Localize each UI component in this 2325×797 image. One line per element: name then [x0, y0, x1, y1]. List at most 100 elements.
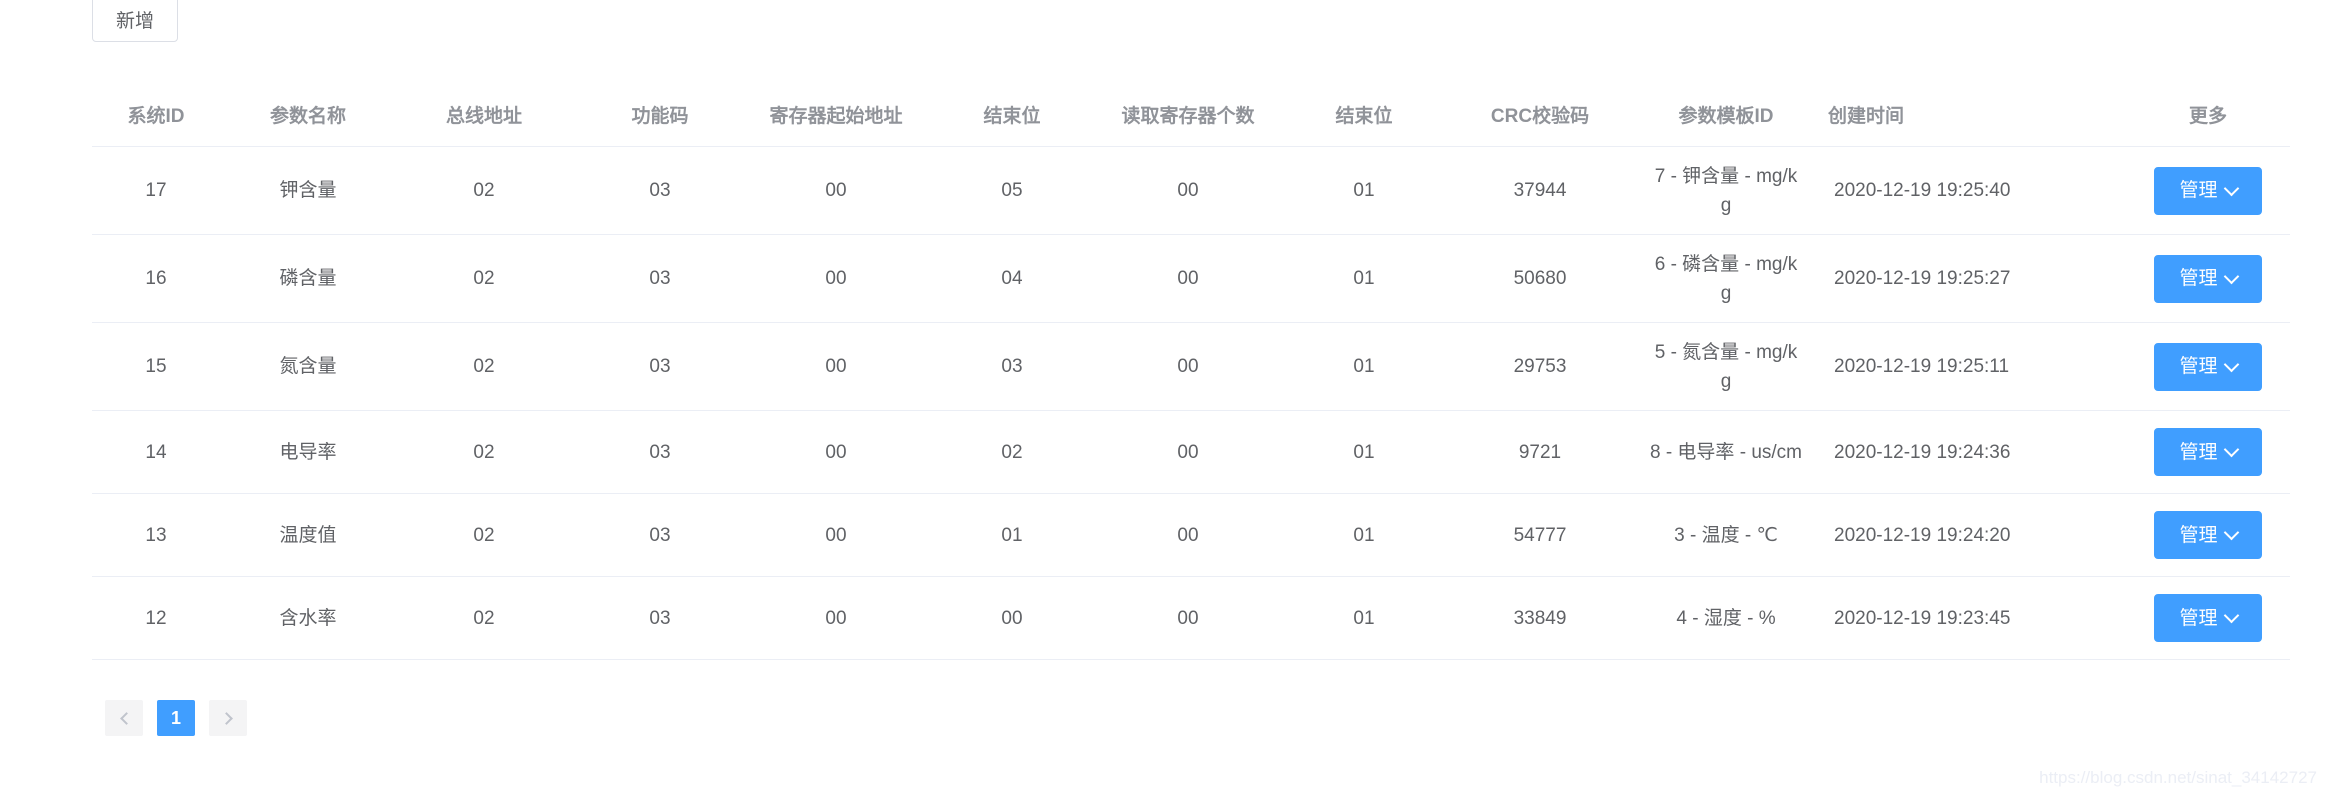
cell-bus-address: 02 — [473, 356, 495, 377]
cell-end-bit: 01 — [1001, 524, 1023, 546]
cell-param-name: 钾含量 — [279, 180, 337, 201]
cell-bus-address: 02 — [473, 441, 495, 463]
cell-param-name: 含水率 — [279, 607, 337, 629]
cell-register-start: 00 — [825, 356, 847, 377]
cell-end-bit-2: 01 — [1353, 268, 1375, 289]
chevron-left-icon — [119, 711, 133, 725]
cell-register-start: 00 — [825, 441, 847, 463]
cell-more: 管理 — [2128, 235, 2288, 322]
cell-function-code: 03 — [649, 180, 671, 201]
header-system-id: 系统ID — [127, 105, 185, 127]
template-id-text-wrap: g — [1720, 194, 1732, 216]
cell-more: 管理 — [2128, 411, 2288, 493]
cell-crc: 37944 — [1513, 180, 1567, 201]
manage-button[interactable]: 管理 — [2154, 254, 2262, 303]
cell-created-time: 2020-12-19 19:23:45 — [1834, 607, 2011, 629]
cell-param-name: 磷含量 — [279, 268, 337, 289]
cell-created-time: 2020-12-19 19:24:36 — [1834, 441, 2011, 463]
header-crc: CRC校验码 — [1490, 105, 1590, 127]
chevron-down-icon — [2223, 180, 2239, 196]
manage-button[interactable]: 管理 — [2154, 594, 2262, 642]
cell-register-count: 00 — [1177, 441, 1199, 463]
manage-label: 管理 — [2179, 180, 2218, 201]
cell-end-bit: 03 — [1001, 356, 1023, 377]
header-param-name: 参数名称 — [269, 105, 346, 127]
table-row: 15 氮含量 02 03 00 03 00 01 29753 5 - 氮含量 -… — [92, 323, 2290, 411]
manage-button[interactable]: 管理 — [2154, 166, 2262, 215]
cell-param-name: 电导率 — [279, 441, 337, 463]
add-button[interactable]: 新增 — [92, 0, 178, 42]
cell-more: 管理 — [2128, 323, 2288, 410]
cell-end-bit: 00 — [1001, 607, 1023, 629]
header-more: 更多 — [2188, 105, 2227, 127]
cell-system-id: 12 — [145, 607, 167, 629]
header-created-time: 创建时间 — [1828, 105, 1905, 127]
manage-label: 管理 — [2179, 441, 2218, 463]
manage-button[interactable]: 管理 — [2154, 511, 2262, 559]
cell-register-count: 00 — [1177, 607, 1199, 629]
next-page-button[interactable] — [209, 700, 247, 736]
header-register-count: 读取寄存器个数 — [1121, 105, 1255, 127]
cell-more: 管理 — [2128, 577, 2288, 659]
cell-register-count: 00 — [1177, 524, 1199, 546]
table-header: 系统ID 参数名称 总线地址 功能码 寄存器起始地址 结束位 读取寄存器个数 结… — [92, 86, 2290, 147]
cell-function-code: 03 — [649, 356, 671, 377]
cell-register-start: 00 — [825, 180, 847, 201]
page-number-button[interactable]: 1 — [157, 700, 195, 736]
cell-template-id: 8 - 电导率 - us/cm — [1649, 441, 1802, 463]
cell-end-bit-2: 01 — [1353, 441, 1375, 463]
cell-function-code: 03 — [649, 524, 671, 546]
cell-crc: 50680 — [1513, 268, 1567, 289]
table-row: 12 含水率 02 03 00 00 00 01 33849 4 - 湿度 - … — [92, 577, 2290, 660]
cell-more: 管理 — [2128, 147, 2288, 234]
cell-system-id: 17 — [145, 180, 167, 201]
manage-label: 管理 — [2179, 524, 2218, 546]
cell-function-code: 03 — [649, 607, 671, 629]
cell-register-count: 00 — [1177, 180, 1199, 201]
cell-function-code: 03 — [649, 268, 671, 289]
cell-end-bit: 05 — [1001, 180, 1023, 201]
header-end-bit-2: 结束位 — [1335, 105, 1393, 127]
cell-system-id: 14 — [145, 441, 167, 463]
cell-param-name: 氮含量 — [279, 356, 337, 377]
cell-more: 管理 — [2128, 494, 2288, 576]
prev-page-button[interactable] — [105, 700, 143, 736]
header-template-id: 参数模板ID — [1678, 105, 1774, 127]
cell-crc: 33849 — [1513, 607, 1567, 629]
chevron-down-icon — [2223, 607, 2239, 624]
template-id-text-wrap: g — [1720, 370, 1732, 392]
cell-register-count: 00 — [1177, 268, 1199, 289]
header-function-code: 功能码 — [631, 105, 689, 127]
cell-crc: 29753 — [1513, 356, 1567, 377]
header-end-bit: 结束位 — [983, 105, 1041, 127]
cell-bus-address: 02 — [473, 268, 495, 289]
chevron-down-icon — [2223, 268, 2239, 284]
table-row: 13 温度值 02 03 00 01 00 01 54777 3 - 温度 - … — [92, 494, 2290, 577]
chevron-right-icon — [219, 711, 233, 725]
manage-label: 管理 — [2179, 268, 2218, 289]
chevron-down-icon — [2223, 441, 2239, 458]
cell-end-bit-2: 01 — [1353, 607, 1375, 629]
manage-button[interactable]: 管理 — [2154, 428, 2262, 476]
template-id-text: 7 - 钾含量 - mg/k — [1654, 165, 1798, 187]
table-row: 17 钾含量 02 03 00 05 00 01 37944 7 - 钾含量 -… — [92, 147, 2290, 235]
cell-created-time: 2020-12-19 19:25:27 — [1834, 268, 2011, 289]
cell-created-time: 2020-12-19 19:24:20 — [1834, 524, 2011, 546]
cell-bus-address: 02 — [473, 180, 495, 201]
chevron-down-icon — [2223, 524, 2239, 541]
cell-end-bit-2: 01 — [1353, 524, 1375, 546]
header-bus-address: 总线地址 — [445, 105, 522, 127]
manage-button[interactable]: 管理 — [2154, 342, 2262, 391]
cell-created-time: 2020-12-19 19:25:40 — [1834, 180, 2011, 201]
watermark-text: https://blog.csdn.net/sinat_34142727 — [2039, 768, 2317, 787]
cell-system-id: 13 — [145, 524, 167, 546]
cell-register-start: 00 — [825, 524, 847, 546]
table-row: 16 磷含量 02 03 00 04 00 01 50680 6 - 磷含量 -… — [92, 235, 2290, 323]
cell-register-start: 00 — [825, 268, 847, 289]
cell-created-time: 2020-12-19 19:25:11 — [1834, 356, 2010, 377]
cell-register-count: 00 — [1177, 356, 1199, 377]
cell-end-bit-2: 01 — [1353, 356, 1375, 377]
manage-label: 管理 — [2179, 356, 2218, 377]
cell-register-start: 00 — [825, 607, 847, 629]
pagination: 1 — [105, 700, 247, 736]
